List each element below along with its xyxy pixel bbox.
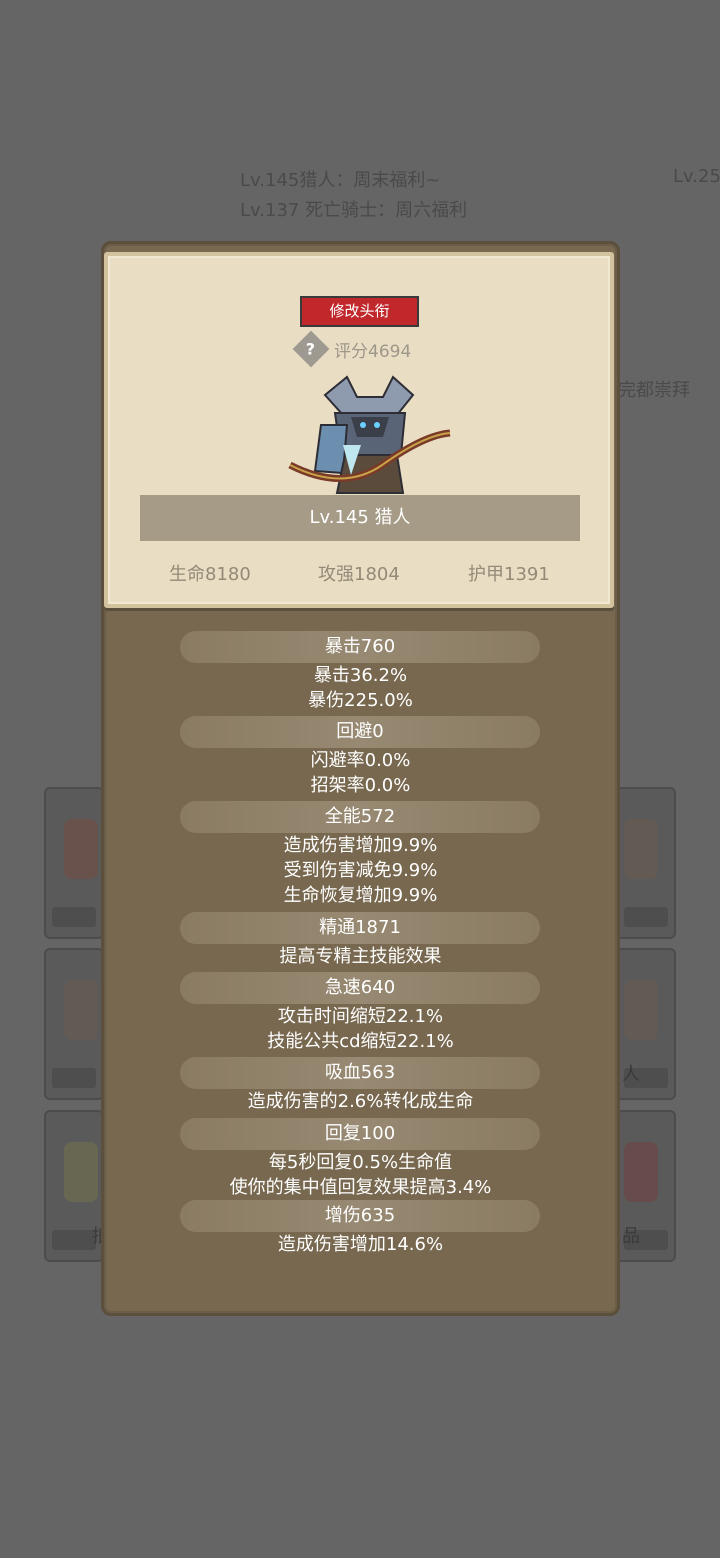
armor-stat: 护甲1391 (468, 564, 550, 585)
bg-equip-slot-right-1 (616, 787, 676, 939)
bg-card-label-right-2: 人 (622, 1064, 640, 1085)
leech-line: 造成伤害的2.6%转化成生命 (247, 1091, 474, 1112)
hunter-character-icon (288, 375, 451, 494)
versatility-reduction-line: 受到伤害减免9.9% (283, 860, 438, 881)
haste-header: 急速640 (180, 972, 540, 1004)
leech-header: 吸血563 (180, 1057, 540, 1089)
attack-power-stat: 攻强1804 (318, 564, 400, 585)
versatility-header: 全能572 (180, 801, 540, 833)
bg-chat-line-1: Lv.145猎人：周末福利~ (240, 170, 441, 191)
damage-bonus-title: 增伤635 (324, 1205, 396, 1226)
parry-line: 招架率0.0% (310, 775, 411, 796)
haste-title: 急速640 (324, 977, 396, 998)
haste-cd-line: 技能公共cd缩短22.1% (267, 1031, 454, 1052)
mastery-header: 精通1871 (180, 912, 540, 944)
edit-title-button[interactable]: 修改头衔 (300, 296, 419, 327)
crit-damage-line: 暴伤225.0% (308, 690, 413, 711)
bg-equip-slot-left-3: 抵 (44, 1110, 110, 1262)
damage-bonus-header: 增伤635 (180, 1200, 540, 1232)
haste-attack-line: 攻击时间缩短22.1% (277, 1006, 444, 1027)
crit-title: 暴击760 (324, 636, 396, 657)
avoidance-title: 回避0 (336, 721, 384, 742)
mastery-line: 提高专精主技能效果 (279, 946, 442, 967)
leech-title: 吸血563 (324, 1062, 396, 1083)
versatility-heal-line: 生命恢复增加9.9% (283, 885, 438, 906)
avoidance-header: 回避0 (180, 716, 540, 748)
versatility-damage-line: 造成伤害增加9.9% (283, 835, 438, 856)
regen-focus-line: 使你的集中值回复效果提高3.4% (229, 1177, 492, 1198)
score-value: 评分4694 (334, 341, 412, 362)
crit-rate-line: 暴击36.2% (313, 665, 408, 686)
character-name-level: Lv.145 猎人 (140, 495, 580, 541)
bg-equip-slot-left-1 (44, 787, 104, 939)
score-row: ? 评分4694 (292, 330, 412, 368)
bg-equip-slot-right-3: 品 (616, 1110, 676, 1262)
regen-header: 回复100 (180, 1118, 540, 1150)
help-icon[interactable]: ? (292, 330, 330, 368)
bg-card-label-right-3: 品 (622, 1226, 640, 1247)
bg-chat-line-4: 完都崇拜 (618, 380, 690, 401)
versatility-title: 全能572 (324, 806, 396, 827)
crit-header: 暴击760 (180, 631, 540, 663)
mastery-title: 精通1871 (319, 917, 401, 938)
bg-chat-line-2: Lv.137 死亡骑士：周六福利 (240, 200, 468, 221)
regen-hp-line: 每5秒回复0.5%生命值 (268, 1152, 453, 1173)
dodge-line: 闪避率0.0% (310, 750, 411, 771)
bg-chat-line-3: Lv.25 (673, 166, 720, 187)
damage-bonus-line: 造成伤害增加14.6% (277, 1234, 444, 1255)
regen-title: 回复100 (324, 1123, 396, 1144)
bg-equip-slot-right-2: 人 (616, 948, 676, 1100)
hp-stat: 生命8180 (169, 564, 251, 585)
bg-equip-slot-left-2 (44, 948, 104, 1100)
